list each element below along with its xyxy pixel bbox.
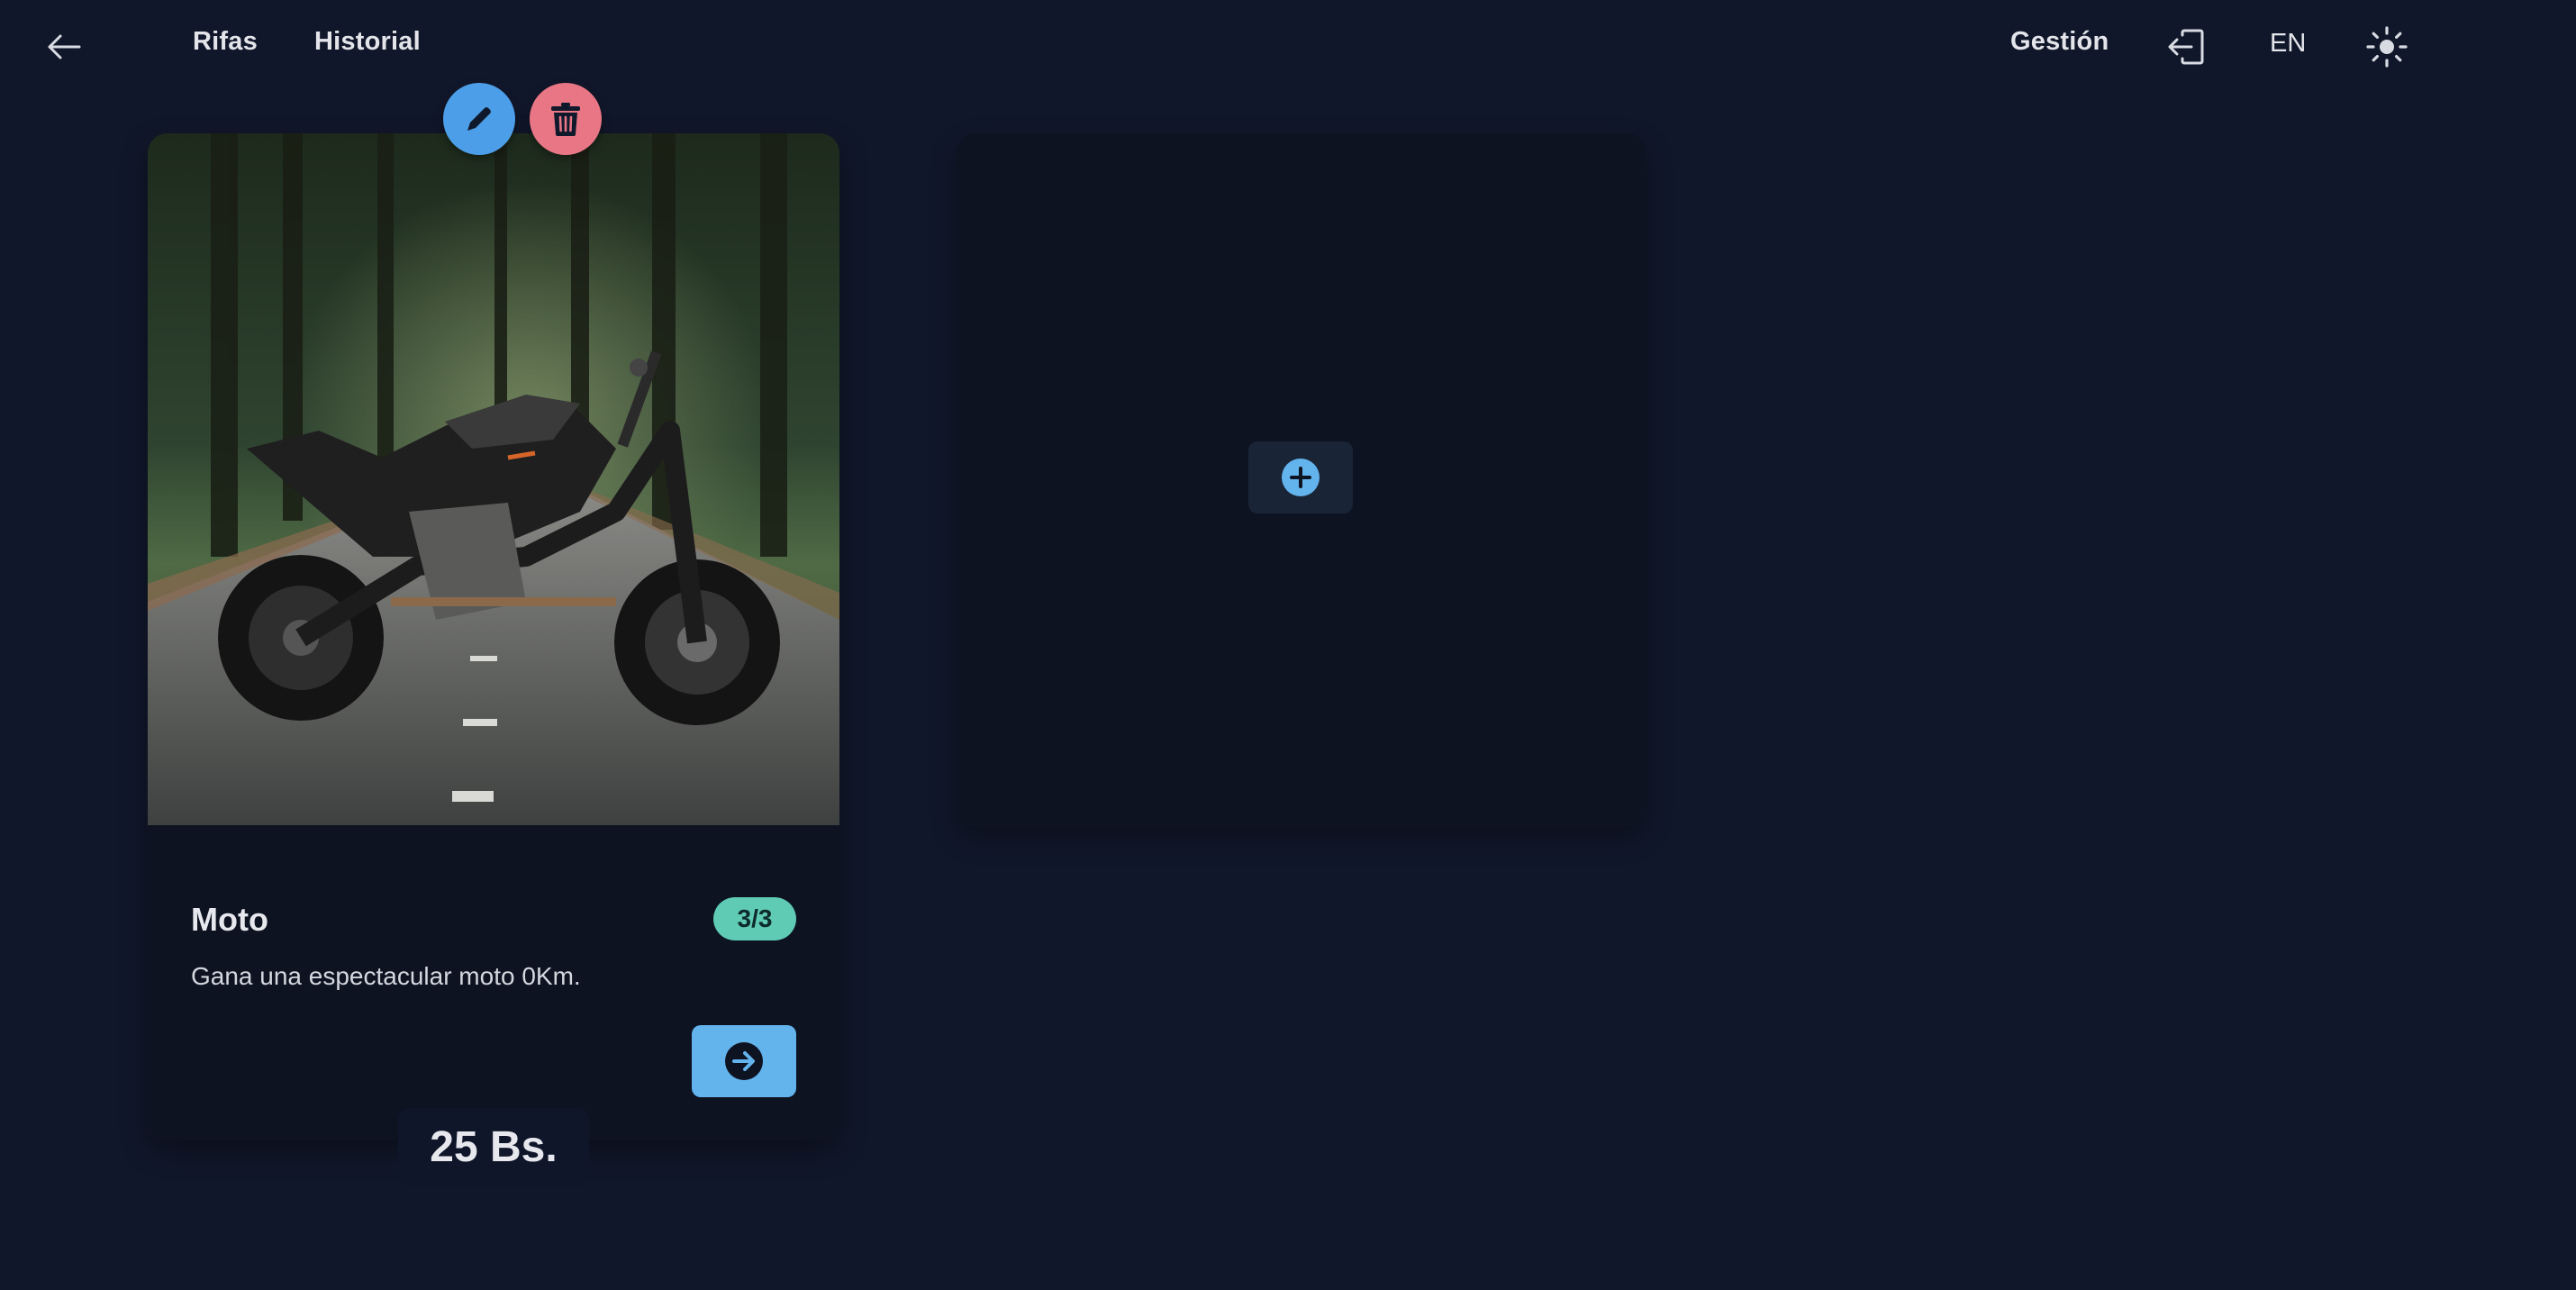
- delete-raffle-button[interactable]: [530, 83, 602, 155]
- raffle-image: [148, 133, 839, 825]
- arrow-right-circle-icon: [725, 1042, 763, 1080]
- language-toggle[interactable]: EN: [2270, 29, 2306, 59]
- back-button[interactable]: [40, 25, 88, 68]
- nav-rifas-link[interactable]: Rifas: [193, 27, 258, 57]
- nav-historial-link[interactable]: Historial: [314, 27, 421, 57]
- add-raffle-button[interactable]: [1248, 441, 1353, 513]
- nav-gestion-link[interactable]: Gestión: [2010, 27, 2109, 57]
- theme-toggle-button[interactable]: [2362, 22, 2412, 72]
- raffle-description: Gana una espectacular moto 0Km.: [191, 962, 581, 990]
- add-raffle-card: [957, 133, 1646, 827]
- sun-icon: [2366, 26, 2408, 68]
- arrow-left-icon: [48, 34, 81, 59]
- open-raffle-button[interactable]: [692, 1025, 796, 1097]
- top-navbar: Rifas Historial Gestión EN: [0, 0, 2576, 94]
- plus-circle-icon: [1282, 459, 1320, 496]
- trash-icon: [551, 103, 580, 136]
- raffle-price: 25 Bs.: [398, 1108, 589, 1186]
- logout-icon: [2168, 29, 2204, 65]
- logout-button[interactable]: [2163, 25, 2209, 68]
- edit-raffle-button[interactable]: [443, 83, 515, 155]
- pencil-icon: [467, 107, 491, 131]
- raffle-title: Moto: [191, 901, 268, 938]
- ticket-count-badge: 3/3: [713, 897, 796, 940]
- raffle-card: Moto 3/3 Gana una espectacular moto 0Km.: [148, 133, 839, 1140]
